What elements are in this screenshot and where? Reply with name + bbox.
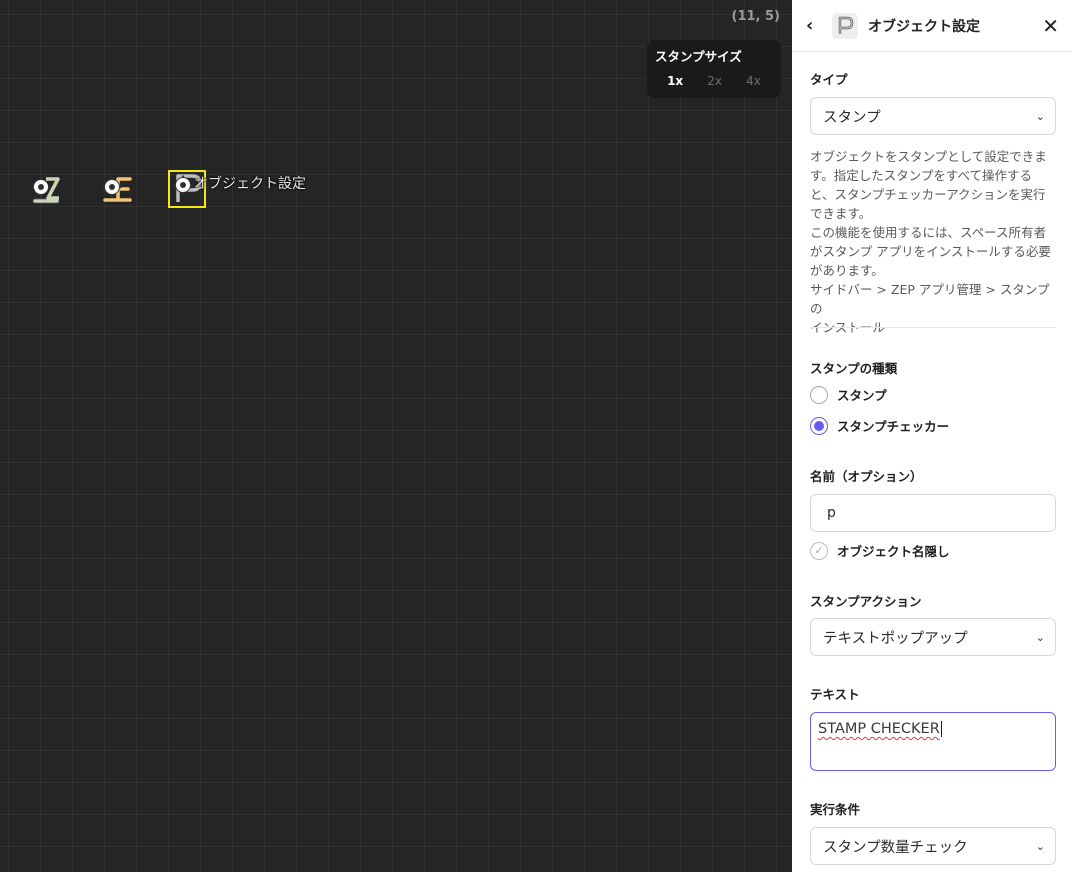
stamp-size-title: スタンプサイズ bbox=[655, 49, 742, 64]
hide-name-toggle[interactable]: ✓ オブジェクト名隠し bbox=[810, 541, 950, 560]
radio-stamp-checker-circle[interactable] bbox=[810, 416, 828, 435]
desc-line: と、スタンプチェッカーアクションを実行 bbox=[810, 187, 1046, 202]
radio-stamp-checker-label: スタンプチェッカー bbox=[837, 419, 950, 434]
panel-header: ‹ オブジェクト設定 ✕ bbox=[792, 0, 1071, 52]
radio-stamp-circle[interactable] bbox=[810, 385, 828, 404]
p-letter-icon bbox=[838, 16, 854, 34]
desc-line: す。指定したスタンプをすべて操作する bbox=[810, 168, 1033, 183]
text-label: テキスト bbox=[810, 687, 860, 702]
back-chevron-icon[interactable]: ‹ bbox=[806, 15, 830, 36]
check-circle-icon[interactable]: ✓ bbox=[810, 541, 828, 560]
desc-line: オブジェクトをスタンプとして設定できま bbox=[810, 149, 1047, 164]
chevron-down-icon: ⌄ bbox=[1035, 839, 1045, 853]
desc-line: できます。 bbox=[810, 206, 872, 221]
stamp-action-label: スタンプアクション bbox=[810, 594, 922, 609]
condition-label: 実行条件 bbox=[810, 802, 861, 817]
type-select-value: スタンプ bbox=[823, 109, 881, 126]
object-thumbnail bbox=[832, 12, 858, 39]
hide-name-label: オブジェクト名隠し bbox=[837, 544, 950, 559]
radio-stamp-checker[interactable]: スタンプチェッカー bbox=[810, 416, 949, 435]
close-icon[interactable]: ✕ bbox=[1042, 16, 1059, 36]
tile-coordinates: (11, 5) bbox=[731, 9, 780, 24]
stamp-size-panel: スタンプサイズ 1x 2x 4x bbox=[647, 40, 781, 98]
stamp-kind-label: スタンプの種類 bbox=[810, 361, 898, 376]
gear-z-icon bbox=[31, 177, 60, 204]
stamp-object-z[interactable] bbox=[30, 174, 62, 206]
text-input-value: STAMP CHECKER bbox=[818, 721, 942, 737]
stamp-action-value: テキストポップアップ bbox=[823, 630, 968, 647]
panel-title: オブジェクト設定 bbox=[868, 18, 980, 35]
map-canvas[interactable]: (11, 5) スタンプサイズ 1x 2x 4x オブジェクト設定 bbox=[0, 0, 792, 872]
desc-line: がスタンプ アプリをインストールする必要 bbox=[810, 244, 1051, 259]
object-settings-panel: ‹ オブジェクト設定 ✕ タイプ スタンプ ⌄ オブジェクトをスタンプとして設定… bbox=[792, 0, 1071, 872]
stamp-size-2x[interactable]: 2x bbox=[707, 74, 722, 88]
desc-line: があります。 bbox=[810, 263, 884, 278]
radio-stamp-label: スタンプ bbox=[837, 388, 887, 403]
text-input[interactable]: STAMP CHECKER bbox=[810, 712, 1056, 771]
stamp-size-4x[interactable]: 4x bbox=[746, 74, 761, 88]
chevron-down-icon: ⌄ bbox=[1035, 630, 1045, 644]
object-name-label: オブジェクト設定 bbox=[194, 176, 306, 192]
radio-stamp[interactable]: スタンプ bbox=[810, 385, 887, 404]
name-label: 名前（オプション） bbox=[810, 469, 923, 484]
name-input[interactable]: p bbox=[810, 494, 1056, 532]
stamp-action-select[interactable]: テキストポップアップ ⌄ bbox=[810, 618, 1056, 656]
gear-e-icon bbox=[102, 177, 132, 202]
condition-select[interactable]: スタンプ数量チェック ⌄ bbox=[810, 827, 1056, 865]
name-input-value: p bbox=[827, 505, 836, 521]
type-select[interactable]: スタンプ ⌄ bbox=[810, 97, 1056, 135]
stamp-object-e[interactable] bbox=[100, 174, 132, 206]
type-label: タイプ bbox=[810, 72, 848, 87]
type-description: オブジェクトをスタンプとして設定できま す。指定したスタンプをすべて操作する と… bbox=[810, 147, 1060, 337]
section-divider bbox=[810, 327, 1056, 328]
desc-line: この機能を使用するには、スペース所有者 bbox=[810, 225, 1047, 240]
chevron-down-icon: ⌄ bbox=[1035, 109, 1045, 123]
desc-line: サイドバー > ZEP アプリ管理 > スタンプの bbox=[810, 282, 1050, 316]
stamp-size-1x[interactable]: 1x bbox=[667, 74, 683, 88]
condition-value: スタンプ数量チェック bbox=[823, 839, 968, 856]
